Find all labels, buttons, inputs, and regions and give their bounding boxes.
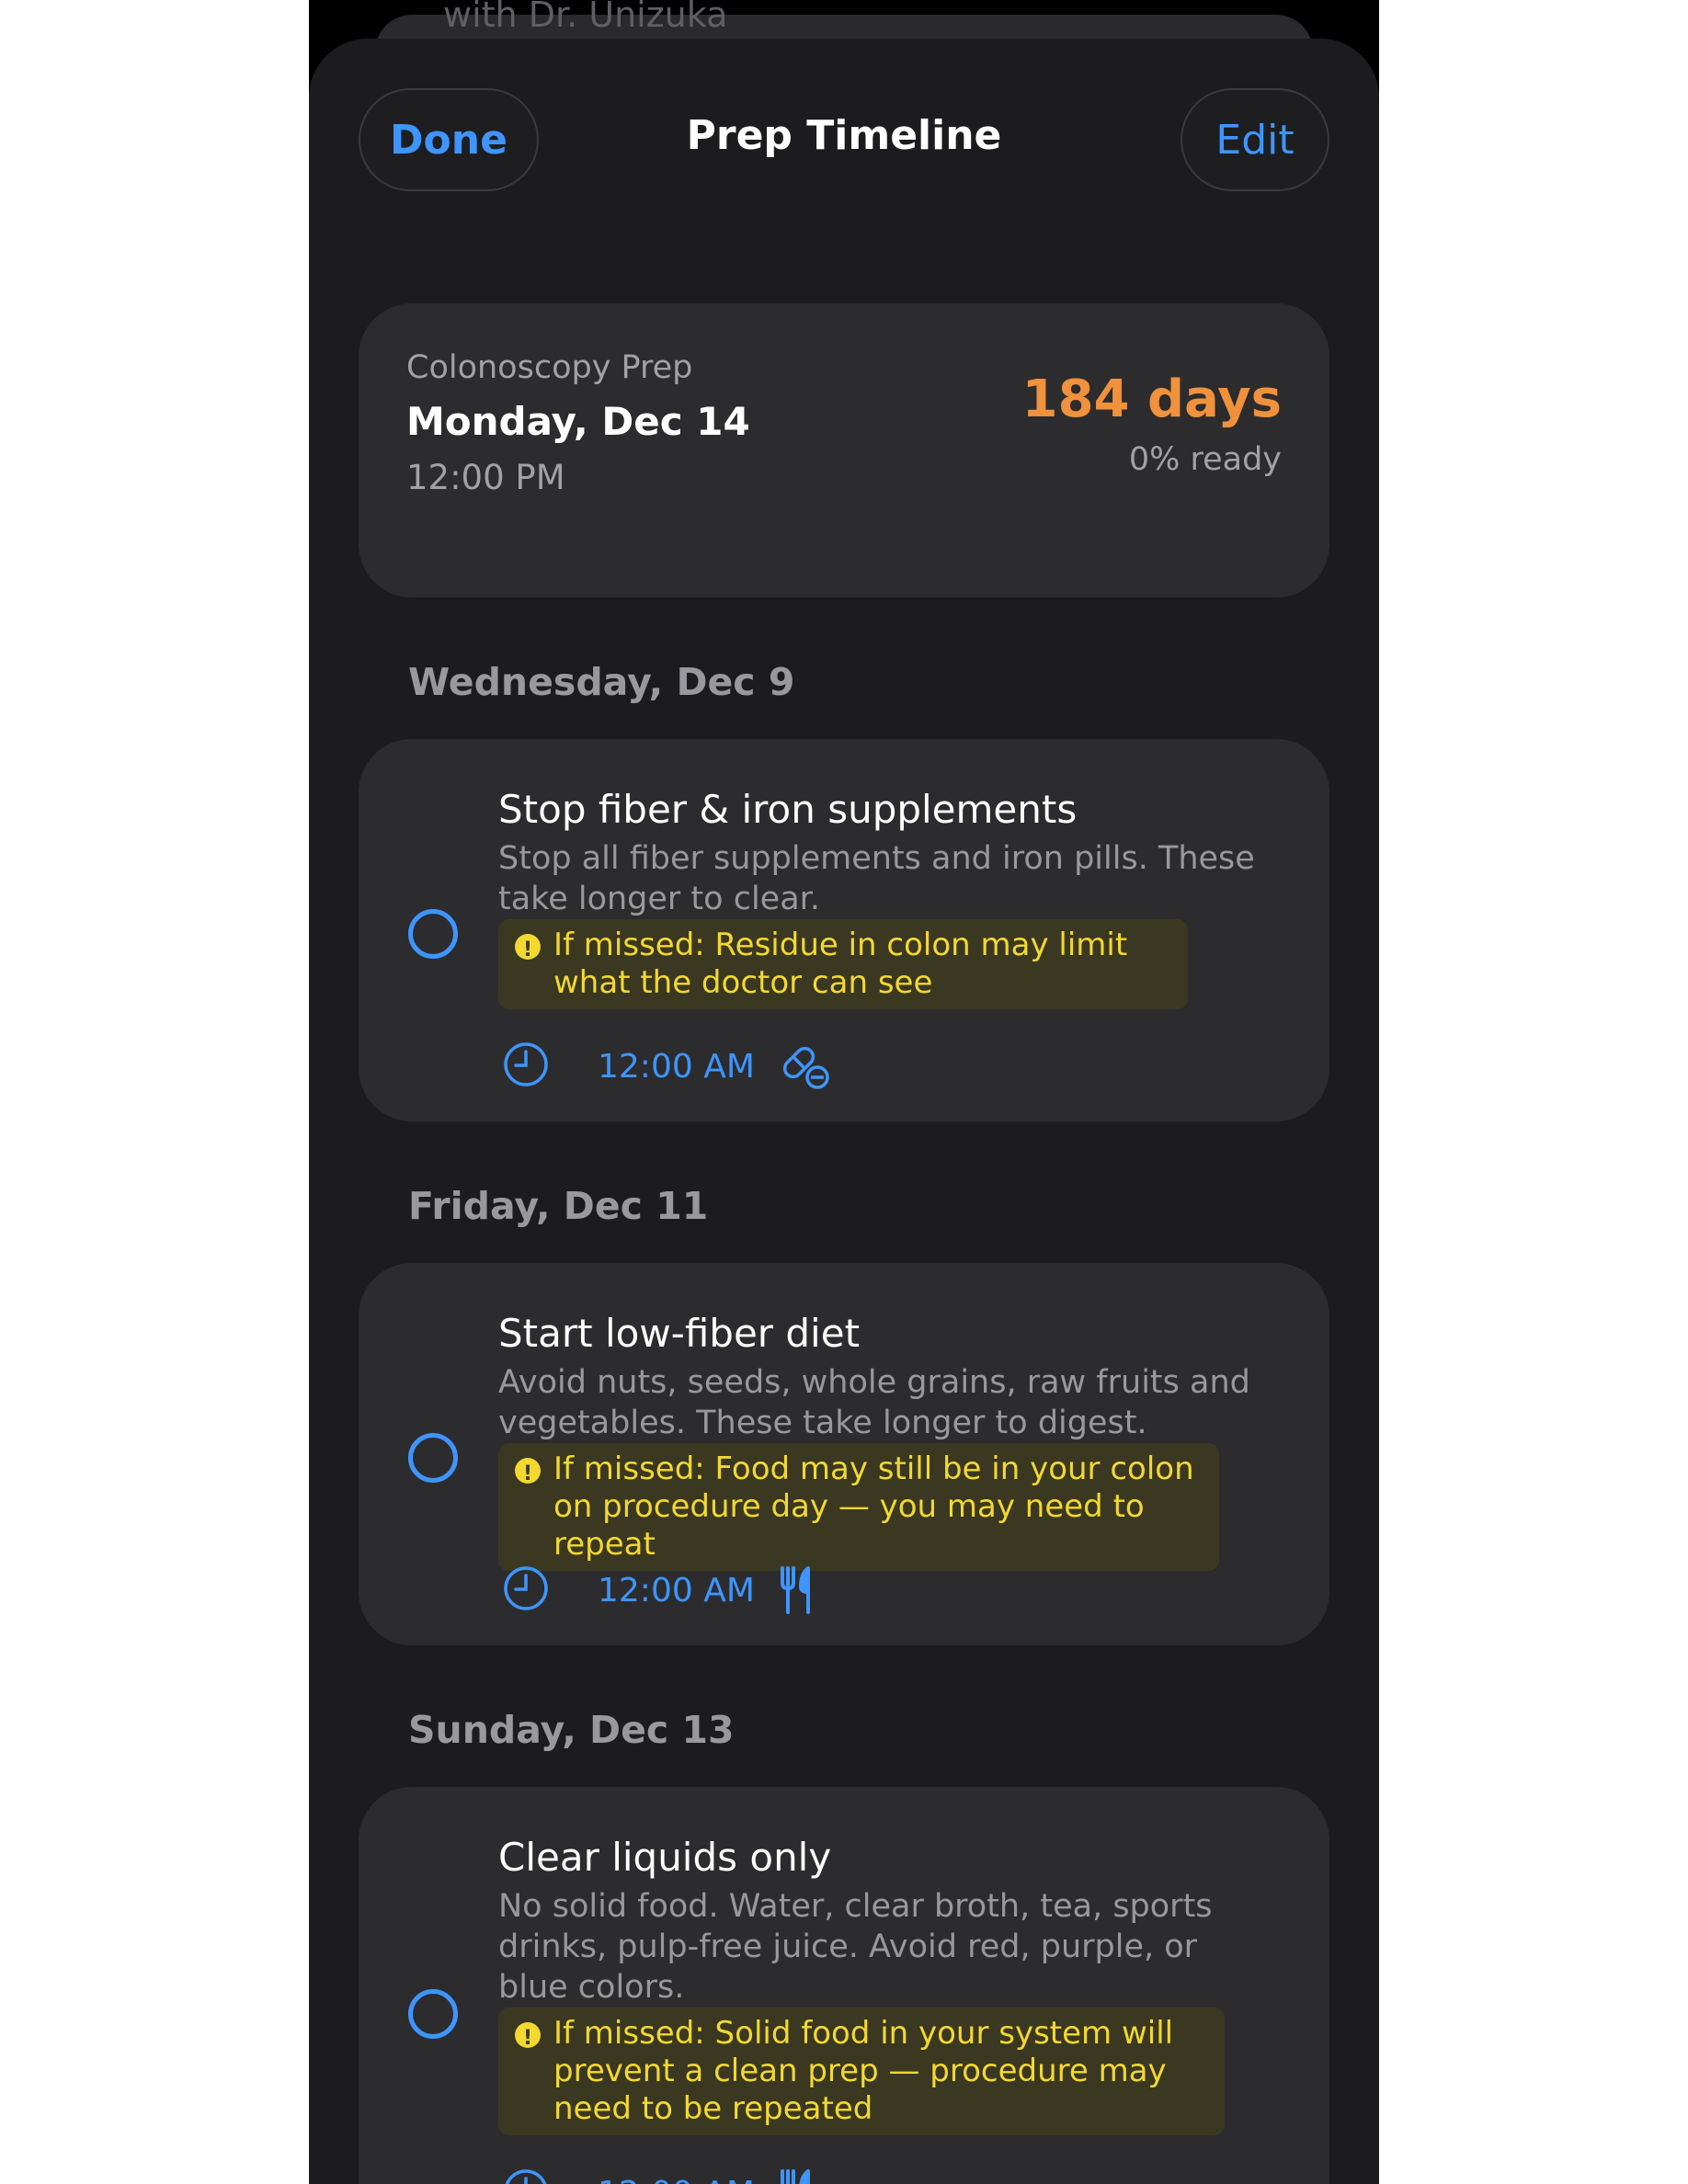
task-title: Clear liquids only bbox=[498, 1835, 832, 1880]
pill-icon bbox=[779, 1042, 834, 1090]
task-time: 12:00 AM bbox=[598, 1571, 755, 1610]
missed-warning: If missed: Residue in colon may limit wh… bbox=[498, 919, 1188, 1009]
day-header: Friday, Dec 11 bbox=[408, 1184, 709, 1228]
clock-icon bbox=[502, 1564, 550, 1616]
clock-icon bbox=[502, 1041, 550, 1092]
task-title: Stop fiber & iron supplements bbox=[498, 787, 1078, 832]
phone-screen: with Dr. Unizuka Done Prep Timeline Edit… bbox=[309, 0, 1379, 2184]
task-card[interactable]: Start low-fiber diet Avoid nuts, seeds, … bbox=[359, 1263, 1329, 1645]
task-title: Start low-fiber diet bbox=[498, 1311, 861, 1356]
procedure-name: Colonoscopy Prep bbox=[406, 349, 693, 386]
task-card[interactable]: Stop fiber & iron supplements Stop all f… bbox=[359, 739, 1329, 1121]
task-meta: 12:00 AM bbox=[502, 1563, 815, 1618]
procedure-time: 12:00 PM bbox=[406, 458, 565, 497]
fork-knife-icon bbox=[779, 2167, 815, 2184]
procedure-summary-card[interactable]: Colonoscopy Prep Monday, Dec 14 12:00 PM… bbox=[359, 303, 1329, 597]
readiness-percent: 0% ready bbox=[1128, 441, 1282, 478]
fork-knife-icon bbox=[779, 1564, 815, 1616]
procedure-date: Monday, Dec 14 bbox=[406, 399, 750, 444]
task-meta: 12:00 AM bbox=[502, 2166, 815, 2184]
day-header: Sunday, Dec 13 bbox=[408, 1708, 735, 1752]
task-description: No solid food. Water, clear broth, tea, … bbox=[498, 1888, 1213, 2006]
task-checkbox[interactable] bbox=[408, 909, 458, 959]
warning-text: If missed: Solid food in your system wil… bbox=[553, 2015, 1174, 2127]
warning-icon bbox=[515, 931, 541, 969]
countdown-days: 184 days bbox=[1021, 370, 1282, 429]
missed-warning: If missed: Solid food in your system wil… bbox=[498, 2008, 1225, 2135]
task-time: 12:00 AM bbox=[598, 2175, 755, 2184]
task-meta: 12:00 AM bbox=[502, 1039, 834, 1094]
warning-text: If missed: Food may still be in your col… bbox=[553, 1450, 1194, 1563]
task-description: Stop all fiber supplements and iron pill… bbox=[498, 840, 1255, 917]
warning-icon bbox=[515, 1455, 541, 1493]
day-header: Wednesday, Dec 9 bbox=[408, 660, 795, 704]
edit-button[interactable]: Edit bbox=[1180, 88, 1329, 191]
warning-icon bbox=[515, 2019, 541, 2057]
warning-text: If missed: Residue in colon may limit wh… bbox=[553, 927, 1128, 1001]
task-time: 12:00 AM bbox=[598, 1047, 755, 1086]
prep-timeline-sheet: Done Prep Timeline Edit Colonoscopy Prep… bbox=[309, 39, 1379, 2184]
task-description: Avoid nuts, seeds, whole grains, raw fru… bbox=[498, 1364, 1250, 1441]
missed-warning: If missed: Food may still be in your col… bbox=[498, 1443, 1219, 1571]
task-checkbox[interactable] bbox=[408, 1989, 458, 2039]
clock-icon bbox=[502, 2167, 550, 2184]
background-card-text: with Dr. Unizuka bbox=[443, 0, 728, 35]
task-card[interactable]: Clear liquids only No solid food. Water,… bbox=[359, 1787, 1329, 2184]
task-checkbox[interactable] bbox=[408, 1433, 458, 1483]
